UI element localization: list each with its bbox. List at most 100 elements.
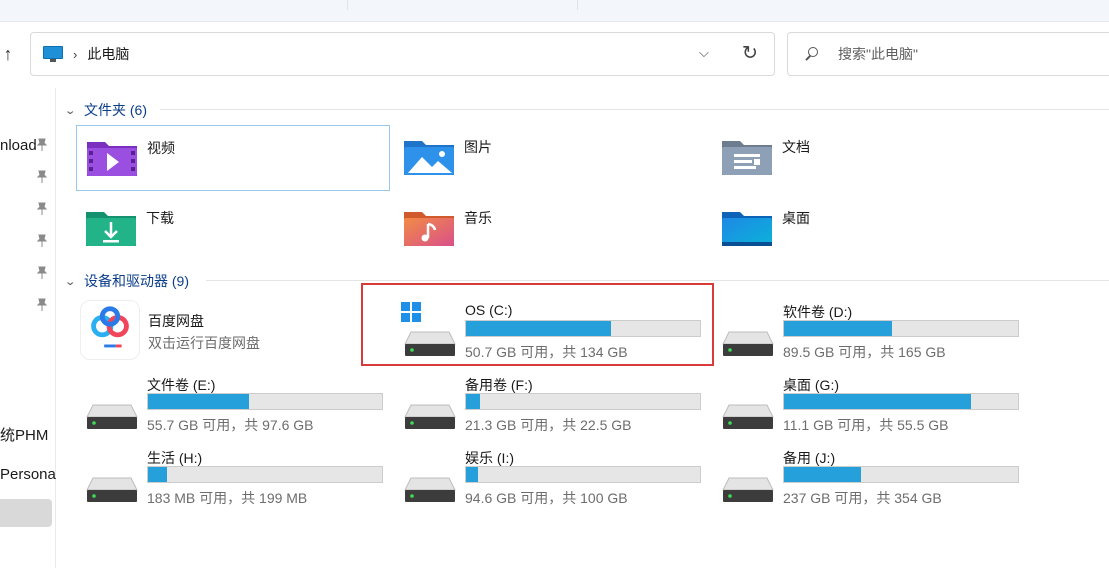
- tab-separator: [577, 0, 578, 10]
- nav-item-label: nload: [0, 136, 36, 154]
- baidu-netdisk-icon: [80, 300, 140, 360]
- hard-drive-icon: [722, 404, 774, 429]
- search-icon: [804, 46, 820, 62]
- documents-folder-icon: [722, 141, 772, 175]
- pin-icon: [36, 202, 48, 216]
- drive-h[interactable]: 生活 (H:) 183 MB 可用，共 199 MB: [85, 444, 385, 514]
- up-arrow-icon[interactable]: ↑: [0, 40, 16, 68]
- drive-name: 软件卷 (D:): [783, 304, 853, 320]
- videos-folder-icon: [87, 142, 137, 176]
- drive-usage-bar: [147, 393, 383, 410]
- search-box[interactable]: 搜索"此电脑": [787, 32, 1109, 76]
- folders-section-header[interactable]: ⌄ 文件夹 (6): [64, 100, 147, 120]
- drive-i[interactable]: 娱乐 (I:) 94.6 GB 可用，共 100 GB: [403, 444, 703, 514]
- pin-icon: [36, 266, 48, 280]
- drive-usage-bar: [465, 393, 701, 410]
- hard-drive-icon: [86, 404, 138, 429]
- pin-icon: [36, 234, 48, 248]
- nav-item-personal[interactable]: Persona: [0, 462, 56, 486]
- folder-music[interactable]: 音乐: [394, 196, 708, 262]
- drive-name: 文件卷 (E:): [147, 377, 216, 393]
- this-pc-icon: [43, 46, 63, 62]
- nav-item-label: 统PHM: [0, 426, 49, 444]
- drive-usage-fill: [466, 321, 612, 336]
- drive-name: 备用 (J:): [783, 450, 836, 466]
- drive-capacity-text: 11.1 GB 可用，共 55.5 GB: [783, 417, 949, 433]
- drive-name: 生活 (H:): [147, 450, 203, 466]
- pin-icon: [36, 138, 48, 152]
- drive-j[interactable]: 备用 (J:) 237 GB 可用，共 354 GB: [721, 444, 1021, 514]
- chevron-down-icon[interactable]: ⌄: [64, 275, 80, 288]
- windows-logo-icon: [401, 302, 421, 322]
- drive-name: 备用卷 (F:): [465, 377, 533, 393]
- drive-capacity-text: 50.7 GB 可用，共 134 GB: [465, 344, 628, 360]
- nav-item-label: Persona: [0, 465, 56, 483]
- drive-capacity-text: 55.7 GB 可用，共 97.6 GB: [147, 417, 314, 433]
- folder-videos[interactable]: 视频: [76, 125, 390, 191]
- drive-f[interactable]: 备用卷 (F:) 21.3 GB 可用，共 22.5 GB: [403, 371, 703, 441]
- drive-usage-bar: [465, 466, 701, 483]
- nav-item-selected[interactable]: [0, 499, 52, 527]
- folder-downloads[interactable]: 下载: [76, 196, 390, 262]
- drive-usage-bar: [783, 466, 1019, 483]
- folder-pictures[interactable]: 图片: [394, 125, 708, 191]
- drive-e[interactable]: 文件卷 (E:) 55.7 GB 可用，共 97.6 GB: [85, 371, 385, 441]
- pin-icon: [36, 170, 48, 184]
- app-description: 双击运行百度网盘: [148, 335, 260, 351]
- navigation-pane: nload 统PHM Persona: [0, 88, 56, 568]
- address-bar[interactable]: › 此电脑 ⌵ ↻: [30, 32, 775, 76]
- refresh-icon[interactable]: ↻: [742, 42, 758, 65]
- music-folder-icon: [404, 212, 454, 246]
- nav-item-system-phm[interactable]: 统PHM: [0, 422, 56, 446]
- folder-label: 下载: [146, 210, 174, 226]
- drive-capacity-text: 21.3 GB 可用，共 22.5 GB: [465, 417, 632, 433]
- hard-drive-icon: [722, 331, 774, 356]
- hard-drive-icon: [722, 477, 774, 502]
- hard-drive-icon: [404, 404, 456, 429]
- drive-capacity-text: 89.5 GB 可用，共 165 GB: [783, 344, 946, 360]
- folder-label: 视频: [147, 140, 175, 156]
- nav-item-downloads[interactable]: nload: [0, 133, 36, 157]
- section-divider: [160, 109, 1109, 110]
- drive-usage-bar: [465, 320, 701, 337]
- section-title: 文件夹 (6): [84, 102, 147, 118]
- drive-d[interactable]: 软件卷 (D:) 89.5 GB 可用，共 165 GB: [721, 298, 1021, 368]
- drive-capacity-text: 94.6 GB 可用，共 100 GB: [465, 490, 628, 506]
- chevron-down-icon[interactable]: ⌵: [699, 45, 709, 61]
- hard-drive-icon: [404, 331, 456, 356]
- search-input[interactable]: 搜索"此电脑": [838, 44, 918, 64]
- hard-drive-icon: [404, 477, 456, 502]
- section-title: 设备和驱动器 (9): [84, 273, 189, 289]
- drive-usage-fill: [466, 394, 481, 409]
- tab-separator: [347, 0, 348, 10]
- section-divider: [206, 280, 1109, 281]
- drive-usage-bar: [783, 393, 1019, 410]
- breadcrumb-chevron-icon[interactable]: ›: [73, 47, 77, 62]
- chevron-down-icon[interactable]: ⌄: [64, 104, 80, 117]
- folder-label: 桌面: [782, 210, 810, 226]
- folder-desktop[interactable]: 桌面: [712, 196, 1026, 262]
- drive-usage-bar: [147, 466, 383, 483]
- downloads-folder-icon: [86, 212, 136, 246]
- drive-g[interactable]: 桌面 (G:) 11.1 GB 可用，共 55.5 GB: [721, 371, 1021, 441]
- folder-documents[interactable]: 文档: [712, 125, 1026, 191]
- folder-label: 音乐: [464, 210, 492, 226]
- drive-c[interactable]: OS (C:) 50.7 GB 可用，共 134 GB: [401, 298, 703, 368]
- drive-usage-fill: [784, 467, 862, 482]
- app-baidu-netdisk[interactable]: 百度网盘 双击运行百度网盘: [78, 298, 378, 364]
- folder-label: 文档: [782, 139, 810, 155]
- breadcrumb-this-pc[interactable]: 此电脑: [87, 44, 129, 64]
- drive-capacity-text: 237 GB 可用，共 354 GB: [783, 490, 942, 506]
- folder-label: 图片: [464, 139, 492, 155]
- drive-usage-fill: [148, 467, 167, 482]
- drive-usage-fill: [784, 394, 972, 409]
- devices-section-header[interactable]: ⌄ 设备和驱动器 (9): [64, 271, 189, 291]
- drive-usage-fill: [148, 394, 249, 409]
- app-name: 百度网盘: [148, 313, 204, 329]
- pin-icon: [36, 298, 48, 312]
- drive-name: 娱乐 (I:): [465, 450, 514, 466]
- tab-strip: [0, 0, 1109, 22]
- drive-capacity-text: 183 MB 可用，共 199 MB: [147, 490, 308, 506]
- desktop-folder-icon: [722, 212, 772, 246]
- hard-drive-icon: [86, 477, 138, 502]
